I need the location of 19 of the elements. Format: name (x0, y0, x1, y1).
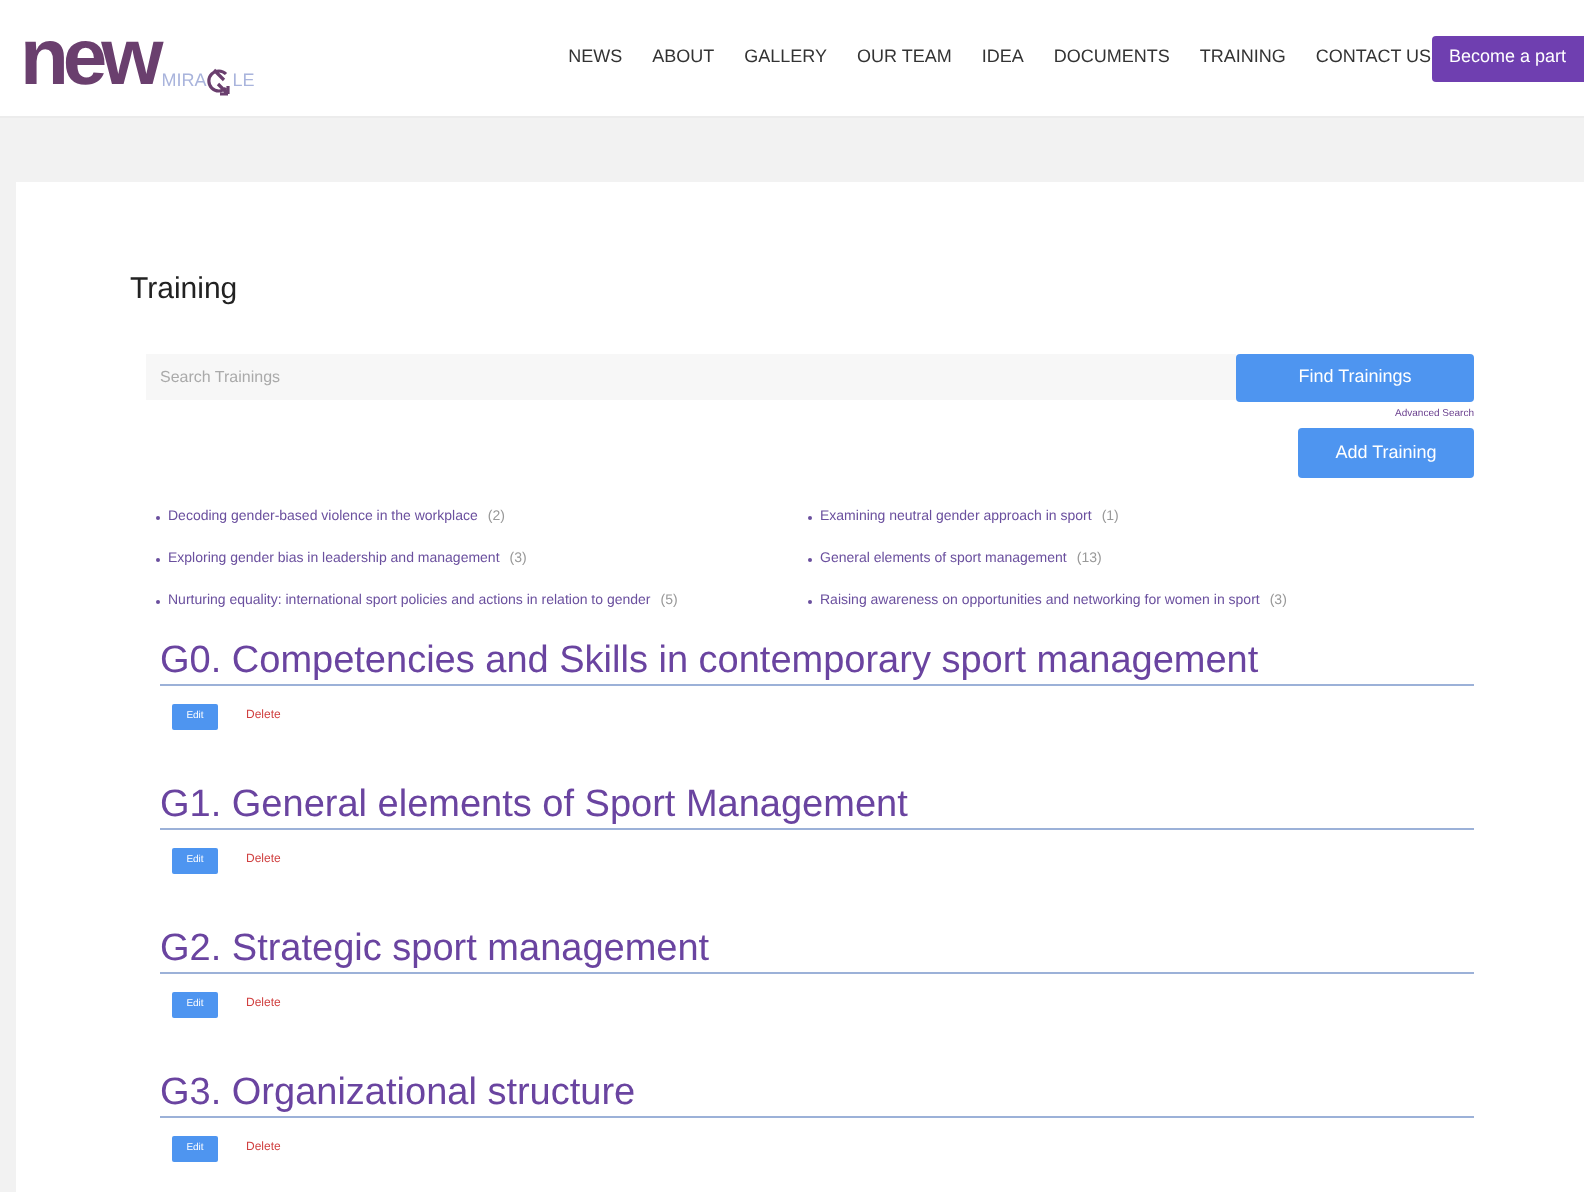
nav-link[interactable]: GALLERY (744, 44, 827, 72)
training-title[interactable]: G1. General elements of Sport Management (160, 784, 1474, 830)
training-title[interactable]: G2. Strategic sport management (160, 928, 1474, 974)
search-field[interactable]: Search Trainings (146, 353, 1236, 399)
become-a-part-button[interactable]: Become a part (1431, 35, 1584, 81)
nav-link[interactable]: OUR TEAM (856, 44, 952, 72)
nav-link[interactable]: TRAINING (1199, 44, 1286, 72)
training-title[interactable]: G3. Organizational structure (160, 1072, 1474, 1118)
nav-link[interactable]: CONTACT US (1315, 44, 1432, 72)
nav-link[interactable]: DOCUMENTS (1053, 44, 1170, 72)
nav-link[interactable]: NEWS (568, 44, 623, 72)
knot-icon (206, 66, 233, 96)
page-title: Training (130, 270, 240, 310)
logo-wordmark[interactable]: new (20, 18, 158, 98)
training-title[interactable]: G0. Competencies and Skills in contemporary sport management (160, 640, 1474, 686)
logo-subtext: LE (232, 72, 255, 90)
nav-link[interactable]: IDEA (981, 44, 1024, 72)
nav-link[interactable]: ABOUT (652, 44, 715, 72)
logo-subtext: MIRA (161, 72, 207, 90)
